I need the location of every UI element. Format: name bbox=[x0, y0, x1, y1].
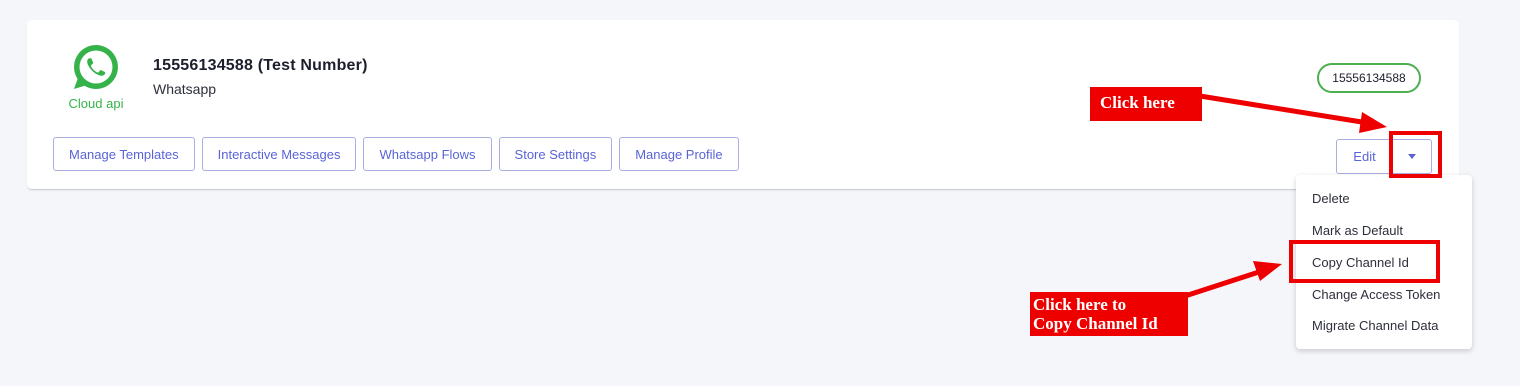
arrow-line-to-copy bbox=[1184, 268, 1263, 299]
arrowhead-icon bbox=[1253, 261, 1282, 281]
arrowhead-icon bbox=[1359, 112, 1387, 133]
arrow-line-to-toggle bbox=[1199, 93, 1369, 126]
annotation-arrows bbox=[1184, 93, 1387, 299]
